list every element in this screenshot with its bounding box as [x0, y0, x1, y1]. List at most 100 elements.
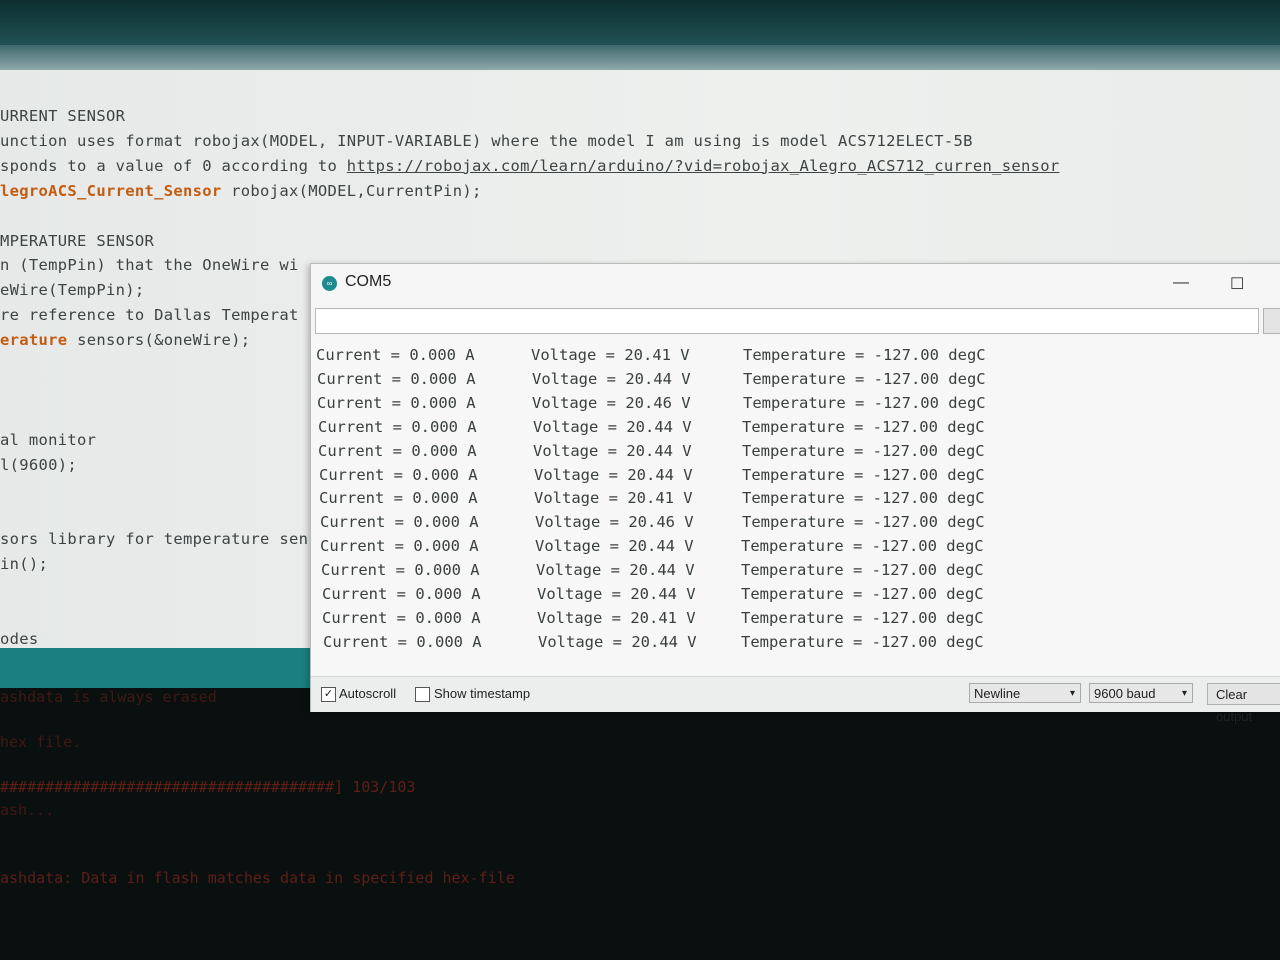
current-reading: Current = 0.000 A [322, 585, 481, 603]
voltage-reading: Voltage = 20.41 V [531, 346, 690, 364]
show-timestamp-label: Show timestamp [434, 686, 531, 701]
temperature-reading: Temperature = -127.00 degC [741, 585, 984, 603]
temperature-reading: Temperature = -127.00 degC [741, 561, 984, 580]
serial-output-line: Current = 0.000 A Voltage = 20.44 V Temper… [311, 537, 1271, 559]
code-line: eWire(TempPin); [0, 281, 145, 300]
current-reading: Current = 0.000 A [321, 561, 480, 580]
temperature-reading: Temperature = -127.00 degC [743, 393, 986, 412]
code-line: re reference to Dallas Temperat [0, 306, 299, 325]
serial-output-line: Current = 0.000 A Voltage = 20.46 V Temper… [311, 513, 1271, 535]
code-line: URRENT SENSOR [0, 107, 126, 125]
serial-monitor-bottom-bar: ✓ Autoscroll Show timestamp Newline ▾ 96… [311, 676, 1280, 724]
voltage-reading: Voltage = 20.44 V [532, 369, 691, 388]
temperature-reading: Temperature = -127.00 degC [741, 537, 984, 556]
serial-output-line: Current = 0.000 A Voltage = 20.44 V Temper… [311, 442, 1271, 464]
arduino-logo-icon: ∞ [322, 276, 337, 291]
temperature-reading: Temperature = -127.00 degC [742, 489, 985, 508]
serial-output-line: Current = 0.000 A Voltage = 20.44 V Temper… [311, 466, 1271, 488]
serial-output-line: Current = 0.000 A Voltage = 20.41 V Temper… [311, 609, 1271, 631]
temperature-reading: Temperature = -127.00 degC [742, 441, 985, 460]
code-text: robojax(MODEL,CurrentPin); [221, 181, 482, 200]
serial-output-line: Current = 0.000 A Voltage = 20.41 V Temper… [311, 489, 1271, 511]
temperature-reading: Temperature = -127.00 degC [741, 632, 984, 651]
current-reading: Current = 0.000 A [323, 632, 482, 651]
serial-monitor-window: ∞ COM5 — ☐ S Current = 0.000 A Voltage = … [310, 263, 1280, 724]
voltage-reading: Voltage = 20.46 V [532, 393, 691, 412]
show-timestamp-checkbox[interactable] [415, 687, 430, 702]
code-line: sponds to a value of 0 according to http… [0, 157, 1060, 175]
voltage-reading: Voltage = 20.41 V [537, 608, 696, 627]
window-title: COM5 [345, 273, 392, 290]
minimize-button[interactable]: — [1173, 274, 1189, 292]
console-line: ashdata: Data in flash matches data in s… [0, 868, 515, 887]
temperature-reading: Temperature = -127.00 degC [741, 608, 984, 627]
code-line: in(); [0, 555, 49, 574]
serial-output-line: Current = 0.000 A Voltage = 20.44 V Temper… [311, 633, 1271, 655]
serial-output-line: Current = 0.000 A Voltage = 20.41 V Temper… [311, 346, 1271, 368]
autoscroll-checkbox[interactable]: ✓ [321, 687, 336, 702]
code-line: legroACS_Current_Sensor robojax(MODEL,Cu… [0, 182, 482, 200]
current-reading: Current = 0.000 A [319, 489, 478, 508]
serial-monitor-title-bar[interactable]: ∞ COM5 — ☐ [311, 264, 1280, 304]
voltage-reading: Voltage = 20.46 V [535, 513, 694, 532]
voltage-reading: Voltage = 20.41 V [534, 489, 693, 508]
code-keyword: erature [0, 331, 68, 350]
send-input[interactable] [315, 308, 1259, 334]
code-url-link[interactable]: https://robojax.com/learn/arduino/?vid=r… [347, 157, 1060, 175]
chevron-down-icon: ▾ [1181, 688, 1187, 699]
clear-output-button[interactable]: Clear output [1207, 683, 1280, 724]
current-reading: Current = 0.000 A [317, 369, 476, 388]
voltage-reading: Voltage = 20.44 V [534, 465, 693, 484]
temperature-reading: Temperature = -127.00 degC [743, 346, 986, 364]
console-line: ash... [0, 801, 55, 819]
serial-output-line: Current = 0.000 A Voltage = 20.44 V Temper… [311, 585, 1271, 607]
code-line: l(9600); [0, 455, 78, 474]
voltage-reading: Voltage = 20.44 V [533, 417, 692, 436]
serial-output-line: Current = 0.000 A Voltage = 20.46 V Temper… [311, 394, 1271, 416]
temperature-reading: Temperature = -127.00 degC [742, 465, 985, 484]
chevron-down-icon: ▾ [1069, 688, 1075, 699]
voltage-reading: Voltage = 20.44 V [536, 561, 695, 580]
code-keyword: legroACS_Current_Sensor [0, 181, 222, 200]
console-output: ashdata is always erased hex file. #######… [0, 688, 1280, 960]
code-text: sensors(&oneWire); [67, 331, 251, 350]
code-line: MPERATURE SENSOR [0, 231, 155, 250]
current-reading: Current = 0.000 A [320, 537, 479, 556]
voltage-reading: Voltage = 20.44 V [533, 441, 692, 460]
send-button[interactable]: S [1263, 308, 1280, 334]
code-line: odes [0, 629, 39, 648]
temperature-reading: Temperature = -127.00 degC [742, 417, 985, 436]
serial-output[interactable]: Current = 0.000 A Voltage = 20.41 V Temper… [311, 336, 1280, 676]
temperature-reading: Temperature = -127.00 degC [743, 369, 986, 388]
ide-toolbar [0, 0, 1280, 73]
code-text: sponds to a value of 0 according to [0, 156, 347, 175]
line-ending-select[interactable]: Newline ▾ [969, 683, 1081, 703]
voltage-reading: Voltage = 20.44 V [538, 632, 697, 651]
console-line: hex file. [0, 733, 82, 752]
temperature-reading: Temperature = -127.00 degC [742, 513, 985, 532]
baud-rate-select[interactable]: 9600 baud ▾ [1089, 683, 1193, 703]
current-reading: Current = 0.000 A [320, 513, 479, 532]
console-line: #####################################] 1… [0, 778, 416, 797]
current-reading: Current = 0.000 A [319, 465, 478, 484]
current-reading: Current = 0.000 A [317, 393, 476, 412]
current-reading: Current = 0.000 A [318, 417, 477, 436]
serial-output-line: Current = 0.000 A Voltage = 20.44 V Temper… [311, 561, 1271, 583]
code-line: sors library for temperature sen [0, 530, 309, 549]
current-reading: Current = 0.000 A [316, 346, 475, 364]
voltage-reading: Voltage = 20.44 V [537, 585, 696, 603]
code-line: unction uses format robojax(MODEL, INPUT… [0, 131, 973, 150]
maximize-button[interactable]: ☐ [1230, 274, 1244, 294]
code-line: n (TempPin) that the OneWire wi [0, 256, 299, 275]
line-ending-value: Newline [974, 686, 1021, 701]
current-reading: Current = 0.000 A [318, 441, 477, 460]
code-line: erature sensors(&oneWire); [0, 331, 250, 349]
editor-status-bar [0, 648, 330, 688]
serial-output-line: Current = 0.000 A Voltage = 20.44 V Temper… [311, 370, 1271, 392]
autoscroll-label: Autoscroll [339, 686, 397, 701]
code-line: al monitor [0, 430, 97, 449]
serial-output-line: Current = 0.000 A Voltage = 20.44 V Temper… [311, 418, 1271, 440]
console-line: ashdata is always erased [0, 688, 217, 706]
baud-rate-value: 9600 baud [1094, 686, 1156, 701]
current-reading: Current = 0.000 A [322, 608, 481, 627]
